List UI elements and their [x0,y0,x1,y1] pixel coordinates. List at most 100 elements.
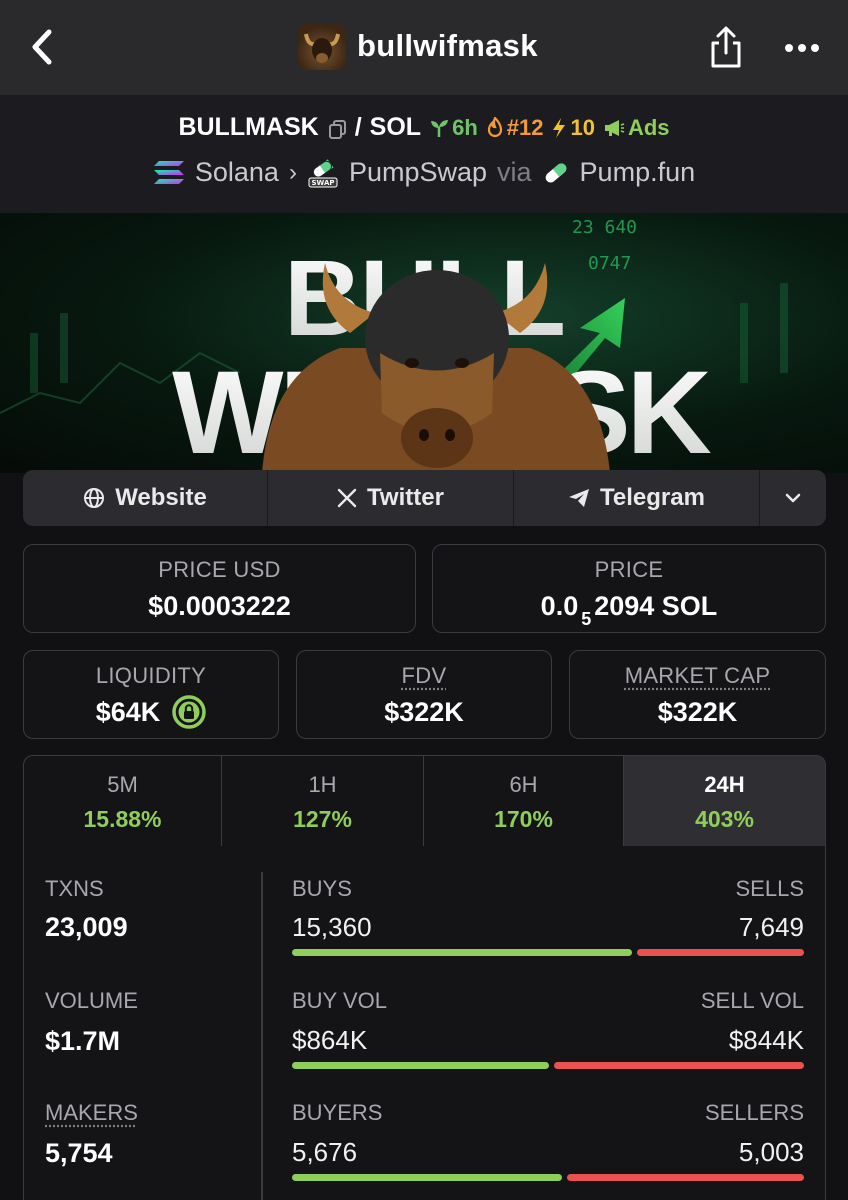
buyers-value: 5,676 [292,1137,358,1167]
sell-volume-label: SELL VOL [700,988,804,1013]
chain-breadcrumb: Solana › SWAP PumpSwap via Pump.fun [0,157,848,188]
tab-1h[interactable]: 1H 127% [222,756,424,847]
buys-bar [292,949,632,956]
transaction-stats-panel: TXNS 23,009 VOLUME $1.7M MAKERS 5,754 BU… [23,846,826,1200]
token-avatar [298,24,346,70]
price-sol-card: PRICE 0.0 5 2094 SOL [432,544,826,633]
price-usd-label: PRICE USD [158,557,281,582]
sellers-bar [566,1174,804,1181]
makers-value: 5,754 [45,1138,113,1168]
megaphone-icon [604,119,625,136]
launchpad-name[interactable]: Pump.fun [580,157,696,188]
pair-header: BULLMASK / SOL 6h #12 10 Ads Solana › SW… [0,95,848,213]
chain-name[interactable]: Solana [195,157,279,188]
pumpswap-icon: SWAP [308,158,338,187]
stats-divider [261,872,263,1200]
telegram-icon [569,489,590,507]
buy-volume-bar [292,1062,549,1069]
buys-label: BUYS [292,876,352,901]
buyers-bar [292,1174,562,1181]
more-options-button[interactable] [780,30,824,66]
quote-token-symbol: SOL [369,113,422,141]
chevron-down-icon [785,493,801,503]
page-title: bullwifmask [357,28,538,63]
x-logo-icon [337,488,357,508]
tab-24h[interactable]: 24H 403% [624,756,825,847]
website-button[interactable]: Website [23,470,268,526]
liquidity-value: $64K [95,696,161,727]
sells-label: SELLS [735,876,805,901]
copy-icon[interactable] [328,118,347,139]
telegram-button[interactable]: Telegram [514,470,760,526]
boost-badge[interactable]: 10 [551,114,595,141]
makers-label[interactable]: MAKERS [45,1100,138,1126]
locked-liquidity-icon[interactable] [172,695,207,729]
buy-volume-value: $864K [292,1025,368,1055]
tab-label: 6H [509,772,538,797]
trending-rank: #12 [506,114,544,140]
tab-5m[interactable]: 5M 15.88% [24,756,222,847]
fdv-label[interactable]: FDV [402,663,447,688]
dex-name[interactable]: PumpSwap [349,157,487,188]
tab-change: 127% [293,806,352,832]
chevron-left-icon [32,29,52,65]
svg-text:SWAP: SWAP [311,179,334,187]
tab-label: 24H [704,772,745,797]
market-cap-value: $322K [657,697,738,727]
banner-ticker-top: 23 640 [572,217,637,238]
pumpfun-pill-icon [545,163,566,182]
banner-ticker-bottom: 0747 [588,253,631,274]
share-icon [711,26,741,68]
buyers-label: BUYERS [292,1100,383,1125]
globe-icon [84,488,105,508]
back-button[interactable] [22,22,62,72]
sprout-icon [431,119,449,137]
volume-label: VOLUME [45,988,138,1013]
pair-age: 6h [452,114,478,140]
boost-count: 10 [570,114,595,140]
social-links-bar: Website Twitter Telegram [23,470,826,526]
twitter-button[interactable]: Twitter [268,470,514,526]
website-label: Website [115,484,207,511]
token-banner: 23 640 0747 BULL WIFMASK [0,213,848,473]
sellers-label: SELLERS [704,1100,804,1125]
lightning-icon [553,117,566,138]
liquidity-label: LIQUIDITY [95,663,207,688]
price-sol-label: PRICE [594,557,664,582]
fdv-card: FDV $322K [296,650,552,739]
telegram-label: Telegram [600,484,705,511]
pair-line: BULLMASK / SOL 6h #12 10 Ads [0,113,848,142]
tab-change: 15.88% [83,806,162,832]
via-label: via [497,157,532,187]
solana-icon [153,160,184,184]
tab-change: 403% [695,806,754,832]
base-token-symbol: BULLMASK [178,113,319,141]
sellers-value: 5,003 [738,1137,804,1167]
tab-6h[interactable]: 6H 170% [424,756,624,847]
chevron-right-icon: › [288,158,297,186]
top-nav-bar: bullwifmask [0,0,848,95]
pair-age-badge: 6h [429,115,478,141]
more-links-dropdown[interactable] [760,470,826,526]
sells-value: 7,649 [738,912,804,942]
volume-value: $1.7M [45,1026,121,1056]
fdv-value: $322K [384,697,464,727]
price-usd-card: PRICE USD $0.0003222 [23,544,416,633]
share-button[interactable] [704,22,748,72]
liquidity-card: LIQUIDITY $64K [23,650,279,739]
sells-bar [636,949,804,956]
trending-badge[interactable]: #12 [486,114,544,141]
price-sol-value: 0.0 5 2094 SOL [540,591,718,630]
ellipsis-icon [785,44,819,52]
liquidity-value-row: $64K [24,695,278,729]
buys-value: 15,360 [292,912,372,942]
market-cap-card: MARKET CAP $322K [569,650,826,739]
tab-change: 170% [494,806,553,832]
market-cap-label[interactable]: MARKET CAP [625,663,771,688]
ads-badge[interactable]: Ads [603,115,670,141]
txns-label: TXNS [45,876,104,901]
ads-label: Ads [627,114,670,140]
twitter-label: Twitter [367,484,444,511]
tab-label: 1H [308,772,337,797]
sell-volume-bar [553,1062,804,1069]
